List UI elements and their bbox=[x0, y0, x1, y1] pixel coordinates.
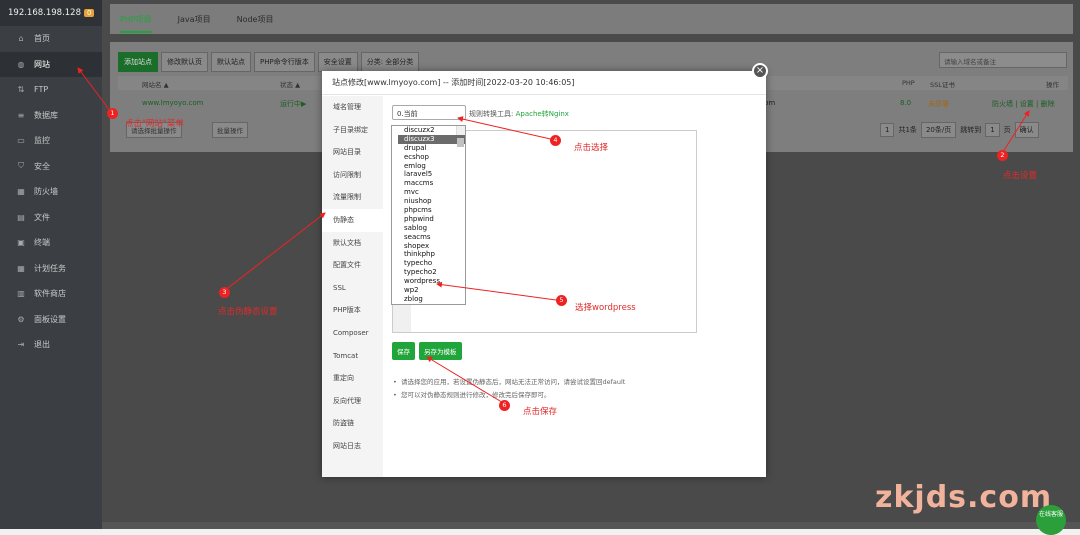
arrow-5 bbox=[436, 281, 557, 301]
step-label-1: 点击"网站"菜单 bbox=[125, 119, 184, 129]
step-marker-6: 6 bbox=[499, 400, 510, 411]
arrow-3 bbox=[223, 212, 326, 292]
step-label-3: 点击伪静态设置 bbox=[218, 307, 278, 317]
arrow-6 bbox=[426, 356, 506, 405]
step-marker-2: 2 bbox=[997, 150, 1008, 161]
online-service-button[interactable]: 在线客服 bbox=[1036, 505, 1066, 535]
step-label-2: 点击设置 bbox=[1003, 171, 1038, 181]
step-label-6: 点击保存 bbox=[523, 407, 558, 417]
annotation-arrows bbox=[77, 67, 1030, 405]
arrow-1 bbox=[77, 67, 112, 113]
step-marker-5: 5 bbox=[556, 295, 567, 306]
arrow-2 bbox=[1000, 110, 1030, 156]
step-label-4: 点击选择 bbox=[574, 143, 609, 153]
step-label-5: 选择wordpress bbox=[575, 303, 636, 313]
step-marker-3: 3 bbox=[219, 287, 230, 298]
step-marker-1: 1 bbox=[107, 108, 118, 119]
step-marker-4: 4 bbox=[550, 135, 561, 146]
watermark: zkjds.com bbox=[875, 480, 1053, 515]
arrow-4 bbox=[457, 116, 556, 141]
